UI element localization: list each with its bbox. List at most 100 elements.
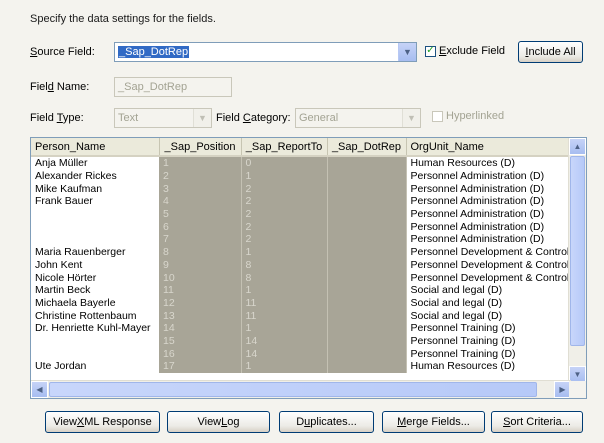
chevron-down-icon[interactable]: ▼	[193, 109, 211, 127]
table-row[interactable]: 5 2 Personnel Administration (D)	[31, 207, 581, 221]
horizontal-scrollbar[interactable]: ◀ ▶	[31, 380, 571, 398]
table-cell[interactable]: Personnel Administration (D)	[406, 195, 581, 208]
table-cell[interactable]: Nicole Hörter	[31, 271, 159, 284]
include-all-button[interactable]: Include All	[518, 41, 583, 63]
table-cell[interactable]	[327, 220, 407, 234]
table-cell[interactable]	[327, 347, 407, 360]
table-cell[interactable]: 9	[159, 258, 242, 272]
table-row[interactable]: 16 14 Personnel Training (D)	[31, 347, 581, 360]
table-cell[interactable]: 1	[241, 169, 328, 183]
table-cell[interactable]: 16	[159, 347, 242, 360]
table-cell[interactable]	[327, 271, 407, 284]
table-cell[interactable]: Ute Jordan	[31, 360, 159, 373]
table-cell[interactable]	[327, 296, 407, 310]
table-cell[interactable]: Social and legal (D)	[406, 284, 581, 297]
column-header[interactable]: _Sap_Position	[159, 138, 242, 157]
table-cell[interactable]: Social and legal (D)	[406, 309, 581, 322]
table-cell[interactable]: Personnel Administration (D)	[406, 233, 581, 246]
table-cell[interactable]: 1	[241, 245, 328, 259]
table-cell[interactable]	[327, 258, 407, 272]
table-cell[interactable]: 12	[159, 296, 242, 310]
table-cell[interactable]: Personnel Administration (D)	[406, 220, 581, 233]
table-row[interactable]: Christine Rottenbaum 13 11 Social and legal…	[31, 309, 581, 322]
table-cell[interactable]: 14	[241, 347, 328, 360]
chevron-down-icon[interactable]: ▼	[402, 109, 420, 127]
table-cell[interactable]: 0	[241, 156, 328, 170]
field-type-select[interactable]: Text ▼	[114, 108, 212, 128]
table-cell[interactable]: 15	[159, 334, 242, 348]
table-cell[interactable]: 1	[241, 283, 328, 297]
table-cell[interactable]: Personnel Training (D)	[406, 322, 581, 335]
hyperlinked-checkbox[interactable]	[432, 110, 443, 122]
table-cell[interactable]: 7	[159, 233, 242, 246]
table-cell[interactable]: 5	[159, 207, 242, 221]
table-cell[interactable]	[327, 321, 407, 335]
table-cell[interactable]: Personnel Training (D)	[406, 347, 581, 360]
table-cell[interactable]: Personnel Development & Controllir	[406, 246, 581, 259]
table-cell[interactable]: 8	[241, 271, 328, 284]
table-row[interactable]: Maria Rauenberger 8 1 Personnel Development…	[31, 245, 581, 259]
sort-criteria-button[interactable]: Sort Criteria...	[491, 411, 583, 433]
hyperlinked-checkbox-group[interactable]: Hyperlinked	[432, 110, 504, 122]
table-cell[interactable]: Alexander Rickes	[31, 170, 159, 183]
table-cell[interactable]: Personnel Development & Controllir	[406, 259, 581, 272]
table-cell[interactable]: Social and legal (D)	[406, 297, 581, 310]
view-log-button[interactable]: View Log	[167, 411, 270, 433]
table-row[interactable]: Michaela Bayerle 12 11 Social and legal (D)	[31, 296, 581, 310]
table-cell[interactable]	[327, 169, 407, 183]
table-cell[interactable]	[327, 309, 407, 322]
table-cell[interactable]: Mike Kaufman	[31, 182, 159, 195]
vertical-scroll-thumb[interactable]	[570, 156, 585, 346]
column-header[interactable]: _Sap_ReportTo	[241, 138, 328, 157]
table-cell[interactable]: Human Resources (D)	[406, 360, 581, 373]
table-cell[interactable]: 2	[241, 195, 328, 208]
table-row[interactable]: Anja Müller 1 0 Human Resources (D)	[31, 156, 581, 170]
table-cell[interactable]: 3	[159, 182, 242, 196]
column-header[interactable]: Person_Name	[31, 138, 160, 157]
table-cell[interactable]	[327, 156, 407, 170]
table-cell[interactable]: 6	[159, 220, 242, 234]
view-xml-response-button[interactable]: View X ML Response	[45, 411, 160, 433]
table-cell[interactable]: 2	[241, 207, 328, 221]
table-cell[interactable]	[327, 195, 407, 208]
table-cell[interactable]	[31, 208, 159, 221]
table-cell[interactable]: Martin Beck	[31, 284, 159, 297]
table-cell[interactable]: Personnel Administration (D)	[406, 208, 581, 221]
table-cell[interactable]: John Kent	[31, 259, 159, 272]
table-cell[interactable]	[327, 334, 407, 348]
table-cell[interactable]: Maria Rauenberger	[31, 246, 159, 259]
table-cell[interactable]: 4	[159, 195, 242, 208]
table-cell[interactable]: 11	[241, 309, 328, 322]
table-cell[interactable]: 14	[159, 321, 242, 335]
table-cell[interactable]	[31, 220, 159, 233]
exclude-field-checkbox-group[interactable]: ✓ Exclude Field	[425, 45, 505, 57]
table-cell[interactable]	[327, 360, 407, 373]
table-cell[interactable]: Personnel Administration (D)	[406, 182, 581, 195]
table-cell[interactable]: 11	[159, 283, 242, 297]
field-name-input[interactable]: _Sap_DotRep	[114, 77, 232, 97]
table-row[interactable]: 15 14 Personnel Training (D)	[31, 334, 581, 348]
table-cell[interactable]: 2	[241, 233, 328, 246]
horizontal-scroll-thumb[interactable]	[49, 382, 537, 397]
merge-fields-button[interactable]: Merge Fields...	[382, 411, 485, 433]
table-cell[interactable]	[327, 283, 407, 297]
table-cell[interactable]: Personnel Development & Controllir	[406, 271, 581, 284]
table-cell[interactable]: 2	[241, 182, 328, 196]
data-grid[interactable]: Person_Name _Sap_Position _Sap_ReportTo _Sa…	[30, 137, 587, 399]
source-field-select[interactable]: _Sap_DotRep ▼	[114, 42, 417, 62]
table-cell[interactable]: 8	[241, 258, 328, 272]
column-header[interactable]: OrgUnit_Name	[406, 138, 582, 157]
duplicates-button[interactable]: Du plicates...	[279, 411, 374, 433]
table-cell[interactable]: 1	[241, 360, 328, 373]
table-cell[interactable]: 8	[159, 245, 242, 259]
table-cell[interactable]	[31, 347, 159, 360]
scroll-left-icon[interactable]: ◀	[31, 381, 48, 398]
table-row[interactable]: Dr. Henriette Kuhl-Mayer 14 1 Personnel Tra…	[31, 321, 581, 335]
table-cell[interactable]: 2	[241, 220, 328, 234]
table-cell[interactable]: 1	[159, 156, 242, 170]
table-cell[interactable]: 10	[159, 271, 242, 284]
exclude-field-checkbox[interactable]: ✓	[425, 45, 436, 57]
table-row[interactable]: Mike Kaufman 3 2 Personnel Administration (…	[31, 182, 581, 196]
table-row[interactable]: Nicole Hörter 10 8 Personnel Development & …	[31, 271, 581, 284]
table-cell[interactable]: 2	[159, 169, 242, 183]
